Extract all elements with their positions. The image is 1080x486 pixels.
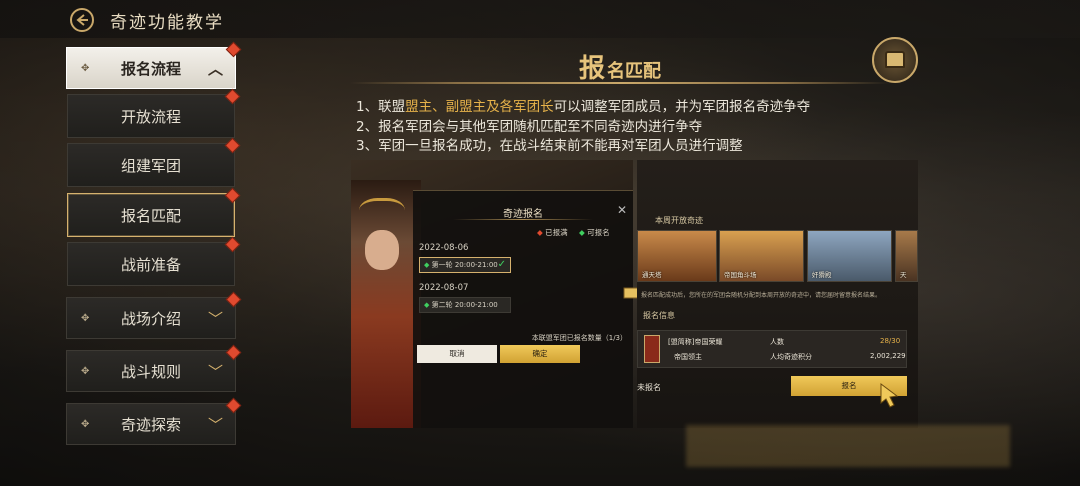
sidebar-item-open-flow[interactable]: 开放流程 xyxy=(67,88,241,138)
desc-line-3: 3、军团一旦报名成功，在战斗结束前不能再对军团人员进行调整 xyxy=(356,138,743,154)
time-slot: ◆ 第二轮 20:00-21:00 xyxy=(419,297,511,313)
legion-flag-icon xyxy=(644,335,660,363)
date-label: 2022-08-07 xyxy=(419,283,469,293)
cancel-button-image: 取消 xyxy=(417,345,497,363)
match-tip: 报名匹配成功后，您所在的军团会随机分配到本周开放的奇迹中，请您届时留意报名结果。 xyxy=(641,292,882,299)
wonder-thumb: 通天塔 xyxy=(637,230,717,282)
tutorial-image-signup-dialog: 奇迹报名 ✕ ◆ 已报满 ◆ 可报名 2022-08-06 ◆ 第一轮 20:0… xyxy=(351,160,633,428)
sidebar-item-label: 组建军团 xyxy=(120,156,181,175)
signup-status: 未报名 xyxy=(637,383,661,392)
menu-group-signup-flow[interactable]: ✥ 报名流程 ︿ xyxy=(66,41,242,89)
sidebar-item-label: 报名匹配 xyxy=(120,206,181,225)
signup-count: 本联盟军团已报名数量（1/3） xyxy=(531,334,627,342)
guild-name: [盟简称]帝国荣耀 xyxy=(668,338,723,346)
chevron-up-icon: ︿ xyxy=(207,60,223,78)
legend-full: ◆ 已报满 xyxy=(537,228,568,237)
background-blur-button xyxy=(686,425,1010,467)
date-label: 2022-08-06 xyxy=(419,243,469,253)
leader-title: 帝国领主 xyxy=(674,353,702,361)
confirm-button-image: 确定 xyxy=(500,345,580,363)
treasure-chest-icon xyxy=(872,37,918,83)
top-bar: 奇迹功能教学 xyxy=(0,0,1080,38)
pointer-hand-icon xyxy=(880,383,899,408)
back-button[interactable] xyxy=(70,8,94,32)
heading-divider xyxy=(350,82,890,84)
diamond-icon: ✥ xyxy=(81,366,90,377)
sidebar-item-prepare[interactable]: 战前准备 xyxy=(67,236,241,286)
wonder-thumb: 天 xyxy=(895,230,918,282)
close-icon: ✕ xyxy=(616,203,627,217)
people-label: 人数 xyxy=(770,338,784,346)
wonder-thumb: 帝国角斗场 xyxy=(719,230,804,282)
sidebar-item-build-legion[interactable]: 组建军团 xyxy=(67,137,241,187)
menu-group-label: 战斗规则 xyxy=(120,362,181,381)
score-label: 人均奇迹积分 xyxy=(770,353,812,361)
chevron-down-icon: ﹀ xyxy=(207,416,223,434)
signup-info-header: 报名信息 xyxy=(643,311,675,320)
score-value: 2,002,229 xyxy=(870,352,906,360)
check-icon: ✓ xyxy=(497,259,506,270)
desc-line-2: 2、报名军团会与其他军团随机匹配至不同奇迹内进行争夺 xyxy=(356,119,703,135)
heading-small: 名匹配 xyxy=(607,61,661,82)
legend-open: ◆ 可报名 xyxy=(579,228,610,237)
wonder-thumb: 奸猾殿 xyxy=(807,230,892,282)
diamond-icon: ✥ xyxy=(81,63,90,74)
open-wonders-header: 本周开放奇迹 xyxy=(655,216,703,225)
chevron-down-icon: ﹀ xyxy=(207,363,223,381)
diamond-icon: ✥ xyxy=(81,313,90,324)
menu-group-label: 战场介绍 xyxy=(120,309,181,328)
menu-group-label: 奇迹探索 xyxy=(120,415,181,434)
signup-dialog: 奇迹报名 ✕ ◆ 已报满 ◆ 可报名 2022-08-06 ◆ 第一轮 20:0… xyxy=(413,190,633,428)
page-title: 奇迹功能教学 xyxy=(110,13,224,33)
heading-big: 报 xyxy=(578,54,607,84)
menu-group-battle-rules[interactable]: ✥ 战斗规则 ﹀ xyxy=(66,344,242,392)
menu-group-label: 报名流程 xyxy=(120,59,181,78)
menu-group-wonder-explore[interactable]: ✥ 奇迹探索 ﹀ xyxy=(66,397,242,445)
chevron-down-icon: ﹀ xyxy=(207,310,223,328)
back-arrow-icon xyxy=(76,14,88,26)
time-slot: ◆ 第一轮 20:00-21:00 ✓ xyxy=(419,257,511,273)
section-heading: 报名匹配 xyxy=(350,48,890,84)
sidebar-item-label: 开放流程 xyxy=(120,107,181,126)
sidebar-item-label: 战前准备 xyxy=(120,255,181,274)
diamond-icon: ✥ xyxy=(81,419,90,430)
tutorial-image-signup-info: 本周开放奇迹 通天塔 帝国角斗场 奸猾殿 天 报名匹配成功后，您所在的军团会随机… xyxy=(637,160,918,428)
desc-line-1: 1、联盟盟主、副盟主及各军团长可以调整军团成员，并为军团报名奇迹争夺 xyxy=(356,99,811,115)
sidebar-item-signup-match[interactable]: 报名匹配 xyxy=(67,187,241,237)
people-value: 28/30 xyxy=(880,337,901,345)
wonder-thumbnails: 通天塔 帝国角斗场 奸猾殿 天 xyxy=(637,230,918,282)
legion-info-panel: [盟简称]帝国荣耀 帝国领主 人数 28/30 人均奇迹积分 2,002,229 xyxy=(637,330,907,368)
character-portrait xyxy=(351,180,421,428)
dialog-title: 奇迹报名 xyxy=(503,209,543,220)
menu-group-battlefield[interactable]: ✥ 战场介绍 ﹀ xyxy=(66,291,242,339)
